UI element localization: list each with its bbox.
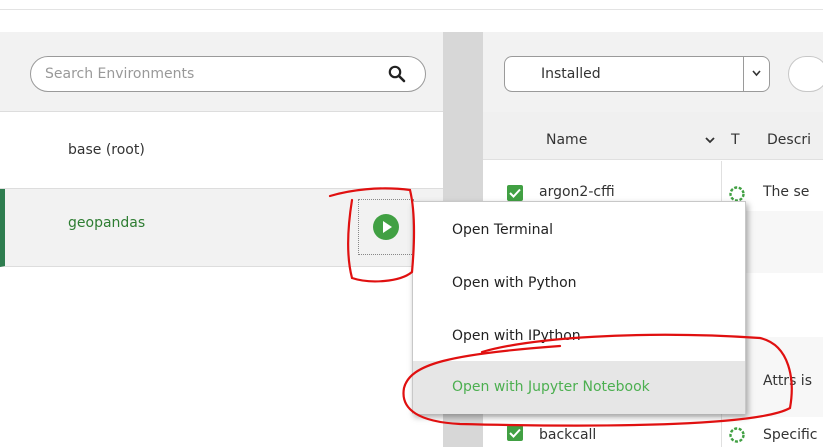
checkbox-checked-icon[interactable] (507, 185, 523, 201)
column-type[interactable]: T (731, 132, 740, 148)
filter-dropdown-toggle[interactable] (743, 57, 769, 91)
package-name: argon2-cffi (539, 184, 615, 200)
run-environment-button[interactable] (358, 199, 414, 255)
checkbox-checked-icon[interactable] (507, 425, 523, 441)
search-placeholder: Search Environments (45, 66, 195, 82)
menu-item-label: Open with Jupyter Notebook (452, 379, 650, 395)
package-description: Specific (763, 427, 818, 443)
search-icon[interactable] (387, 64, 407, 84)
ring-icon (729, 427, 745, 443)
package-name: backcall (539, 427, 597, 443)
top-divider (0, 9, 823, 10)
env-search-area: Search Environments (0, 32, 443, 112)
environments-panel: Search Environments base (root) geopanda… (0, 32, 443, 447)
env-item-label: geopandas (68, 215, 146, 231)
environment-context-menu: Open Terminal Open with Python Open with… (412, 201, 746, 414)
env-item-base[interactable]: base (root) (0, 113, 443, 189)
menu-item-label: Open with Python (452, 275, 577, 291)
packages-toolbar: Installed (483, 32, 823, 112)
column-divider (721, 417, 722, 447)
chevron-down-icon (752, 70, 761, 77)
play-circle-icon[interactable] (372, 213, 400, 241)
env-item-geopandas[interactable]: geopandas (0, 189, 443, 267)
column-name[interactable]: Name (546, 132, 587, 148)
menu-item-open-jupyter-notebook[interactable]: Open with Jupyter Notebook (413, 361, 745, 414)
env-item-label: base (root) (68, 142, 145, 158)
menu-item-label: Open Terminal (452, 222, 554, 238)
sort-chevron-icon[interactable] (705, 137, 715, 144)
menu-item-label: Open with IPython (452, 328, 581, 344)
column-description[interactable]: Descri (767, 132, 811, 148)
package-filter-select[interactable]: Installed (504, 56, 770, 92)
package-description: The se (763, 184, 810, 200)
search-environments-input[interactable]: Search Environments (30, 56, 426, 92)
update-index-button[interactable] (788, 56, 823, 92)
filter-value: Installed (541, 66, 601, 82)
menu-item-open-ipython[interactable]: Open with IPython (413, 310, 745, 363)
packages-table-header: Name T Descri (483, 112, 823, 160)
menu-item-open-terminal[interactable]: Open Terminal (413, 204, 745, 257)
menu-item-open-python[interactable]: Open with Python (413, 257, 745, 310)
package-description: Attrs is (763, 373, 812, 389)
table-row[interactable]: backcall Specific (483, 417, 823, 447)
